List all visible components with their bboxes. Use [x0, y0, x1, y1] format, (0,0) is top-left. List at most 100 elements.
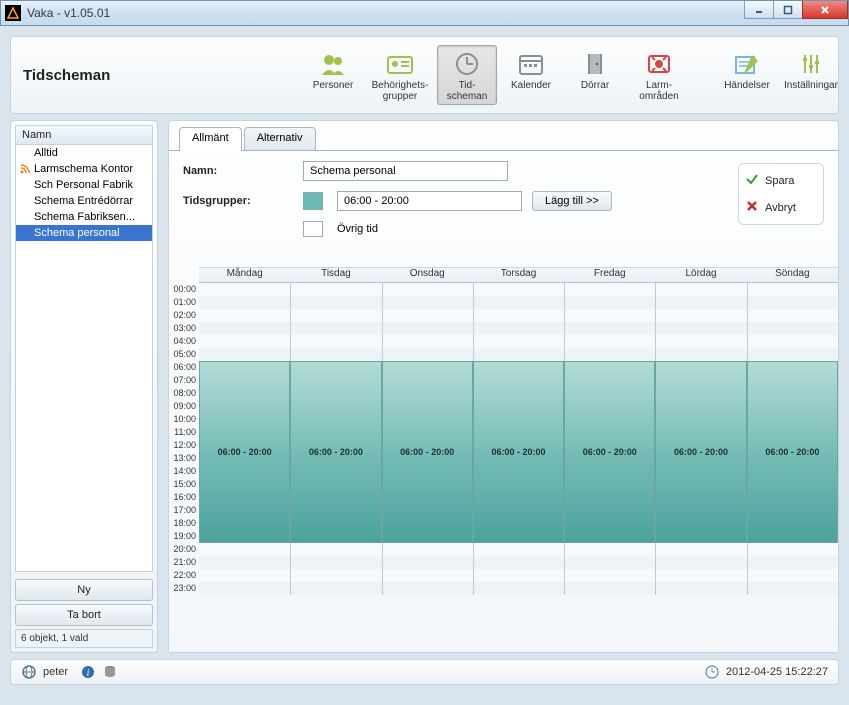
header: Tidscheman Personer Behörighets- grupper… [10, 36, 839, 114]
time-label: 11:00 [169, 426, 199, 439]
alarm-icon [643, 50, 675, 78]
clock-small-icon [704, 664, 720, 680]
tab-general[interactable]: Allmänt [179, 127, 242, 151]
time-label: 12:00 [169, 439, 199, 452]
action-box: Spara Avbryt [738, 163, 824, 225]
schedule-block[interactable]: 06:00 - 20:00 [564, 361, 655, 543]
time-label: 05:00 [169, 348, 199, 361]
schedule-block[interactable]: 06:00 - 20:00 [290, 361, 381, 543]
edit-list-icon [731, 50, 763, 78]
toolbar-kalender[interactable]: Kalender [501, 45, 561, 105]
time-label: 00:00 [169, 283, 199, 296]
grid-body[interactable]: 06:00 - 20:0006:00 - 20:0006:00 - 20:000… [199, 283, 838, 595]
day-header: Måndag [199, 267, 290, 282]
list-item[interactable]: Alltid [16, 145, 152, 161]
list-item[interactable]: Larmschema Kontor [16, 161, 152, 177]
time-label: 13:00 [169, 452, 199, 465]
rss-icon [19, 163, 31, 175]
toolbar-larmomraden[interactable]: Larm- områden [629, 45, 689, 105]
new-button[interactable]: Ny [15, 579, 153, 601]
close-button[interactable] [802, 1, 848, 19]
day-header: Onsdag [382, 267, 473, 282]
x-icon [745, 199, 759, 216]
day-header: Fredag [564, 267, 655, 282]
time-label: 21:00 [169, 556, 199, 569]
toolbar-installningar[interactable]: Inställningar [781, 45, 841, 105]
list-item[interactable]: Schema Entrédörrar [16, 193, 152, 209]
time-label: 18:00 [169, 517, 199, 530]
delete-button[interactable]: Ta bort [15, 604, 153, 626]
toolbar-dorrar[interactable]: Dörrar [565, 45, 625, 105]
schedule-block[interactable]: 06:00 - 20:00 [382, 361, 473, 543]
time-label: 10:00 [169, 413, 199, 426]
time-label: 22:00 [169, 569, 199, 582]
maximize-button[interactable] [773, 1, 803, 19]
save-button[interactable]: Spara [745, 172, 817, 189]
add-button[interactable]: Lägg till >> [532, 191, 612, 211]
clock-icon [451, 50, 483, 78]
app-icon [5, 5, 21, 21]
sidebar-list-header[interactable]: Namn [15, 125, 153, 145]
tab-body: Spara Avbryt Namn: Tidsgrupper: Lägg til… [169, 150, 838, 652]
day-header-row: MåndagTisdagOnsdagTorsdagFredagLördagSön… [199, 267, 838, 283]
time-label: 08:00 [169, 387, 199, 400]
page-title: Tidscheman [23, 67, 303, 84]
svg-text:i: i [87, 668, 90, 679]
time-label: 01:00 [169, 296, 199, 309]
window-title: Vaka - v1.05.01 [27, 6, 110, 20]
toolbar-personer[interactable]: Personer [303, 45, 363, 105]
tidsgrupper-label: Tidsgrupper: [183, 195, 303, 207]
list-item[interactable]: Schema Fabriksen... [16, 209, 152, 225]
name-input[interactable] [303, 161, 508, 181]
toolbar-handelser[interactable]: Händelser [717, 45, 777, 105]
time-label: 15:00 [169, 478, 199, 491]
status-user: peter [43, 666, 68, 678]
time-label: 17:00 [169, 504, 199, 517]
schedule-block[interactable]: 06:00 - 20:00 [473, 361, 564, 543]
time-label: 19:00 [169, 530, 199, 543]
toolbar-behorighetsgrupper[interactable]: Behörighets- grupper [367, 45, 433, 105]
calendar-icon [515, 50, 547, 78]
time-label: 02:00 [169, 309, 199, 322]
schedule-block[interactable]: 06:00 - 20:00 [199, 361, 290, 543]
other-checkbox[interactable] [303, 221, 323, 237]
time-label: 20:00 [169, 543, 199, 556]
tab-alternativ[interactable]: Alternativ [244, 127, 316, 151]
time-label: 07:00 [169, 374, 199, 387]
minimize-button[interactable] [744, 1, 774, 19]
name-label: Namn: [183, 165, 303, 177]
sidebar-status: 6 objekt, 1 vald [15, 629, 153, 648]
time-label: 06:00 [169, 361, 199, 374]
list-item[interactable]: Schema personal [16, 225, 152, 241]
other-label: Övrig tid [337, 223, 378, 235]
id-card-icon [384, 50, 416, 78]
toolbar-tidscheman[interactable]: Tid- scheman [437, 45, 497, 105]
color-swatch[interactable] [303, 192, 323, 210]
content-panel: Allmänt Alternativ Spara Avbryt Namn: Ti… [168, 120, 839, 653]
time-column: 00:0001:0002:0003:0004:0005:0006:0007:00… [169, 283, 199, 652]
time-label: 16:00 [169, 491, 199, 504]
status-datetime: 2012-04-25 15:22:27 [726, 666, 828, 678]
time-label: 04:00 [169, 335, 199, 348]
statusbar: peter i 2012-04-25 15:22:27 [10, 659, 839, 685]
time-label: 23:00 [169, 582, 199, 595]
cancel-button[interactable]: Avbryt [745, 199, 817, 216]
tidsgrupp-input[interactable] [337, 191, 522, 211]
sidebar: Namn Alltid Larmschema Kontor Sch Person… [10, 120, 158, 653]
window-titlebar: Vaka - v1.05.01 [0, 0, 849, 26]
sidebar-list: Alltid Larmschema Kontor Sch Personal Fa… [15, 145, 153, 572]
day-header: Söndag [747, 267, 838, 282]
db-icon[interactable] [102, 664, 118, 680]
list-item[interactable]: Sch Personal Fabrik [16, 177, 152, 193]
day-header: Lördag [655, 267, 746, 282]
day-header: Tisdag [290, 267, 381, 282]
globe-icon[interactable] [21, 664, 37, 680]
door-icon [579, 50, 611, 78]
schedule-block[interactable]: 06:00 - 20:00 [655, 361, 746, 543]
time-label: 09:00 [169, 400, 199, 413]
sliders-icon [795, 50, 827, 78]
info-icon[interactable]: i [80, 664, 96, 680]
day-header: Torsdag [473, 267, 564, 282]
schedule-block[interactable]: 06:00 - 20:00 [747, 361, 838, 543]
people-icon [317, 50, 349, 78]
